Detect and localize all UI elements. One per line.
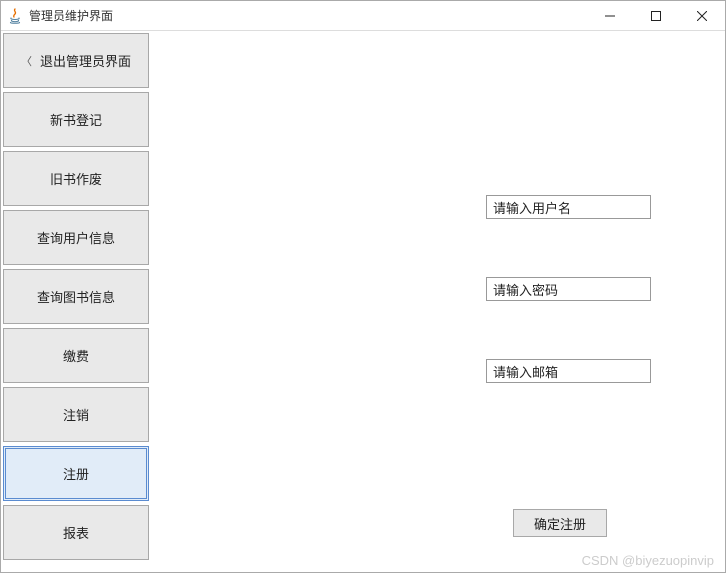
sidebar-item-logout[interactable]: 注销 <box>3 387 149 442</box>
content-area: 〈 退出管理员界面 新书登记 旧书作废 查询用户信息 查询图书信息 缴费 注销 <box>1 31 725 572</box>
titlebar: 管理员维护界面 <box>1 1 725 31</box>
minimize-button[interactable] <box>587 1 633 30</box>
app-window: 管理员维护界面 〈 退出管理员界面 新书登记 旧书作废 <box>0 0 726 573</box>
close-button[interactable] <box>679 1 725 30</box>
sidebar-item-new-book[interactable]: 新书登记 <box>3 92 149 147</box>
sidebar-item-label: 旧书作废 <box>50 169 102 188</box>
email-field[interactable] <box>486 359 651 383</box>
sidebar-item-label: 报表 <box>63 523 89 542</box>
main-panel: 确定注册 <box>151 31 725 572</box>
maximize-button[interactable] <box>633 1 679 30</box>
sidebar-item-payment[interactable]: 缴费 <box>3 328 149 383</box>
sidebar-item-report[interactable]: 报表 <box>3 505 149 560</box>
java-icon <box>7 8 23 24</box>
sidebar-item-label: 查询用户信息 <box>37 228 115 247</box>
sidebar-item-label: 注册 <box>63 464 89 483</box>
chevron-left-icon: 〈 <box>21 53 32 69</box>
sidebar: 〈 退出管理员界面 新书登记 旧书作废 查询用户信息 查询图书信息 缴费 注销 <box>1 31 151 572</box>
sidebar-item-old-book[interactable]: 旧书作废 <box>3 151 149 206</box>
username-field[interactable] <box>486 195 651 219</box>
sidebar-item-label: 注销 <box>63 405 89 424</box>
sidebar-item-query-book[interactable]: 查询图书信息 <box>3 269 149 324</box>
sidebar-item-label: 查询图书信息 <box>37 287 115 306</box>
sidebar-item-label: 缴费 <box>63 346 89 365</box>
window-title: 管理员维护界面 <box>29 7 587 24</box>
sidebar-item-exit-admin[interactable]: 〈 退出管理员界面 <box>3 33 149 88</box>
confirm-button-label: 确定注册 <box>534 514 586 533</box>
sidebar-item-label: 新书登记 <box>50 110 102 129</box>
sidebar-item-register[interactable]: 注册 <box>3 446 149 501</box>
confirm-register-button[interactable]: 确定注册 <box>513 509 607 537</box>
password-field[interactable] <box>486 277 651 301</box>
sidebar-item-label: 退出管理员界面 <box>40 51 131 70</box>
window-controls <box>587 1 725 30</box>
sidebar-item-query-user[interactable]: 查询用户信息 <box>3 210 149 265</box>
